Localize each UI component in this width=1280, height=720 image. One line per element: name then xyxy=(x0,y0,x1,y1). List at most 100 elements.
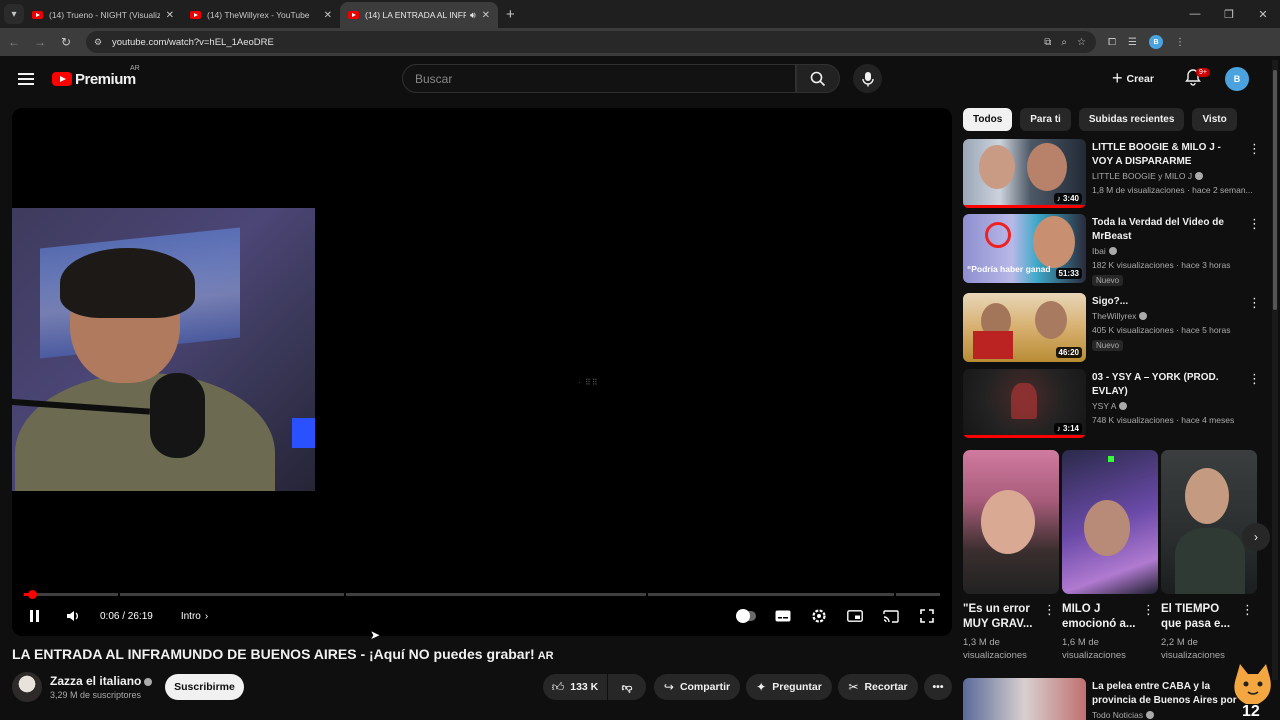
more-vertical-icon[interactable]: ⋮ xyxy=(1043,602,1056,618)
more-vertical-icon[interactable]: ⋮ xyxy=(1248,295,1261,311)
page-scrollbar[interactable] xyxy=(1272,60,1278,680)
site-info-icon[interactable]: ⚙︎ xyxy=(94,37,104,47)
forward-icon[interactable]: → xyxy=(28,35,52,49)
video-thumbnail[interactable]: ♪ 3:40 xyxy=(963,139,1086,208)
chip-subidas-recientes[interactable]: Subidas recientes xyxy=(1078,108,1185,131)
recommendation-item[interactable]: ♪ 3:40 LITTLE BOOGIE & MILO J - VOY A DI… xyxy=(963,139,1268,209)
more-actions-button[interactable]: ••• xyxy=(924,674,952,700)
close-tab-icon[interactable]: ✕ xyxy=(482,10,490,21)
video-player[interactable]: · ⠿⠿ 0:06 / 26:19 Intro › xyxy=(12,108,952,636)
chip-visto[interactable]: Visto xyxy=(1192,108,1237,131)
autoplay-toggle[interactable] xyxy=(736,609,756,623)
account-avatar[interactable]: B xyxy=(1225,67,1249,91)
youtube-premium-logo[interactable]: Premium AR xyxy=(52,65,140,88)
recommendation-item[interactable]: ♪ 3:14 03 - YSY A – YORK (PROD. EVLAY) Y… xyxy=(963,369,1268,439)
more-vertical-icon[interactable]: ⋮ xyxy=(1248,371,1261,387)
recommendation-item[interactable]: 46:20 Sigo?... TheWillyrex 405 K visuali… xyxy=(963,293,1268,363)
share-button[interactable]: ↪ Compartir xyxy=(654,674,740,700)
short-thumbnail[interactable] xyxy=(1062,450,1158,594)
thumbs-down-icon: 👎︎ xyxy=(621,681,633,694)
rec-title[interactable]: 03 - YSY A – YORK (PROD. EVLAY) xyxy=(1092,371,1244,399)
short-item[interactable]: El TIEMPO que pasa e... 2,2 M de visuali… xyxy=(1161,450,1257,662)
ask-button[interactable]: ✦ Preguntar xyxy=(746,674,832,700)
create-button[interactable]: + Crear xyxy=(1112,64,1154,93)
clip-button[interactable]: ✂ Recortar xyxy=(838,674,918,700)
video-thumbnail[interactable] xyxy=(963,678,1086,720)
volume-icon[interactable] xyxy=(66,609,80,623)
restore-icon[interactable]: ❐ xyxy=(1212,8,1246,21)
minimize-icon[interactable]: — xyxy=(1178,8,1212,21)
rec-title[interactable]: LITTLE BOOGIE & MILO J - VOY A DISPARARM… xyxy=(1092,141,1244,169)
pause-icon[interactable] xyxy=(30,610,42,622)
short-title[interactable]: El TIEMPO que pasa e... xyxy=(1161,602,1239,632)
more-vertical-icon[interactable]: ⋮ xyxy=(1241,602,1254,618)
reload-icon[interactable]: ↻ xyxy=(54,35,78,49)
rec-title[interactable]: Sigo?... xyxy=(1092,295,1244,309)
browser-tab[interactable]: (14) TheWillyrex - YouTube ✕ xyxy=(182,2,340,28)
rec-channel[interactable]: Todo Noticias xyxy=(1092,710,1155,720)
cast-icon[interactable] xyxy=(882,609,900,623)
progress-scrubber[interactable] xyxy=(28,590,37,599)
short-item[interactable]: "Es un error MUY GRAV... 1,3 M de visual… xyxy=(963,450,1059,662)
video-thumbnail[interactable]: 46:20 xyxy=(963,293,1086,362)
short-item[interactable]: MILO J emocionó a... 1,6 M de visualizac… xyxy=(1062,450,1158,662)
new-badge: Nuevo xyxy=(1092,340,1124,351)
rec-channel[interactable]: Ibai xyxy=(1092,246,1117,256)
browser-toolbar: ← → ↻ ⚙︎ youtube.com/watch?v=hEL_1AeoDRE… xyxy=(0,28,1280,56)
browser-tab[interactable]: (14) Trueno - NIGHT (Visualizer) ✕ xyxy=(24,2,182,28)
browser-tab-active[interactable]: (14) LA ENTRADA AL INFRAMUNDO 🔊︎ ✕ xyxy=(340,2,498,28)
short-thumbnail[interactable] xyxy=(1161,450,1257,594)
settings-gear-icon[interactable] xyxy=(810,609,828,623)
menu-icon[interactable] xyxy=(18,73,34,85)
like-button[interactable]: 👍︎ 133 K xyxy=(543,674,607,700)
recommendation-item[interactable]: “Podría haber ganad 51:33 Toda la Verdad… xyxy=(963,214,1268,286)
extensions-icon[interactable]: ⧠ xyxy=(1108,37,1116,48)
voice-search-button[interactable] xyxy=(853,64,882,93)
subtitles-icon[interactable] xyxy=(774,609,792,623)
rec-channel[interactable]: YSY A xyxy=(1092,401,1128,411)
zoom-icon[interactable]: ⌕ xyxy=(1061,37,1067,48)
chip-para-ti[interactable]: Para ti xyxy=(1020,108,1071,131)
fullscreen-icon[interactable] xyxy=(918,609,936,623)
dislike-button[interactable]: 👎︎ xyxy=(608,674,646,700)
rec-channel[interactable]: TheWillyrex xyxy=(1092,311,1148,321)
channel-name[interactable]: Zazza el italiano xyxy=(50,674,153,688)
more-vertical-icon[interactable]: ⋮ xyxy=(1142,602,1155,618)
profile-avatar[interactable]: B xyxy=(1148,35,1163,49)
rec-title[interactable]: Toda la Verdad del Video de MrBeast xyxy=(1092,216,1244,244)
close-window-icon[interactable]: ✕ xyxy=(1246,8,1280,21)
rec-title[interactable]: La pelea entre CABA y la provincia de Bu… xyxy=(1092,680,1244,708)
tab-search-button[interactable]: ▾ xyxy=(4,4,24,24)
video-thumbnail[interactable]: ♪ 3:14 xyxy=(963,369,1086,438)
audio-playing-icon[interactable]: 🔊︎ xyxy=(470,10,476,21)
verified-icon xyxy=(1139,312,1148,320)
microphone-icon xyxy=(861,71,874,86)
bookmark-star-icon[interactable]: ☆ xyxy=(1077,37,1086,48)
subscribe-button[interactable]: Suscribirme xyxy=(165,674,244,700)
back-icon[interactable]: ← xyxy=(2,35,26,49)
shorts-next-button[interactable]: › xyxy=(1242,523,1270,551)
chip-todos[interactable]: Todos xyxy=(963,108,1013,131)
video-thumbnail[interactable]: “Podría haber ganad 51:33 xyxy=(963,214,1086,283)
youtube-play-icon xyxy=(52,72,72,86)
progress-bar[interactable] xyxy=(24,590,940,599)
short-thumbnail[interactable] xyxy=(963,450,1059,594)
rec-channel[interactable]: LITTLE BOOGIE y MILO J xyxy=(1092,171,1204,181)
more-vertical-icon[interactable]: ⋮ xyxy=(1248,216,1261,232)
more-vertical-icon[interactable]: ⋮ xyxy=(1248,141,1261,157)
chapter-button[interactable]: Intro › xyxy=(181,611,208,622)
address-bar[interactable]: ⚙︎ youtube.com/watch?v=hEL_1AeoDRE ⧉ ⌕ ☆ xyxy=(86,31,1096,53)
reading-list-icon[interactable]: ☰ xyxy=(1128,37,1137,48)
recommendation-item[interactable]: La pelea entre CABA y la provincia de Bu… xyxy=(963,678,1268,720)
miniplayer-icon[interactable] xyxy=(846,609,864,623)
close-tab-icon[interactable]: ✕ xyxy=(166,10,174,21)
close-tab-icon[interactable]: ✕ xyxy=(324,10,332,21)
browser-menu-icon[interactable]: ⋮ xyxy=(1175,37,1185,48)
channel-avatar[interactable] xyxy=(12,672,42,702)
search-input[interactable]: Buscar xyxy=(402,64,796,93)
short-title[interactable]: MILO J emocionó a... xyxy=(1062,602,1140,632)
install-app-icon[interactable]: ⧉ xyxy=(1044,37,1051,48)
short-title[interactable]: "Es un error MUY GRAV... xyxy=(963,602,1041,632)
new-tab-button[interactable]: + xyxy=(506,6,515,23)
search-button[interactable] xyxy=(796,64,840,93)
